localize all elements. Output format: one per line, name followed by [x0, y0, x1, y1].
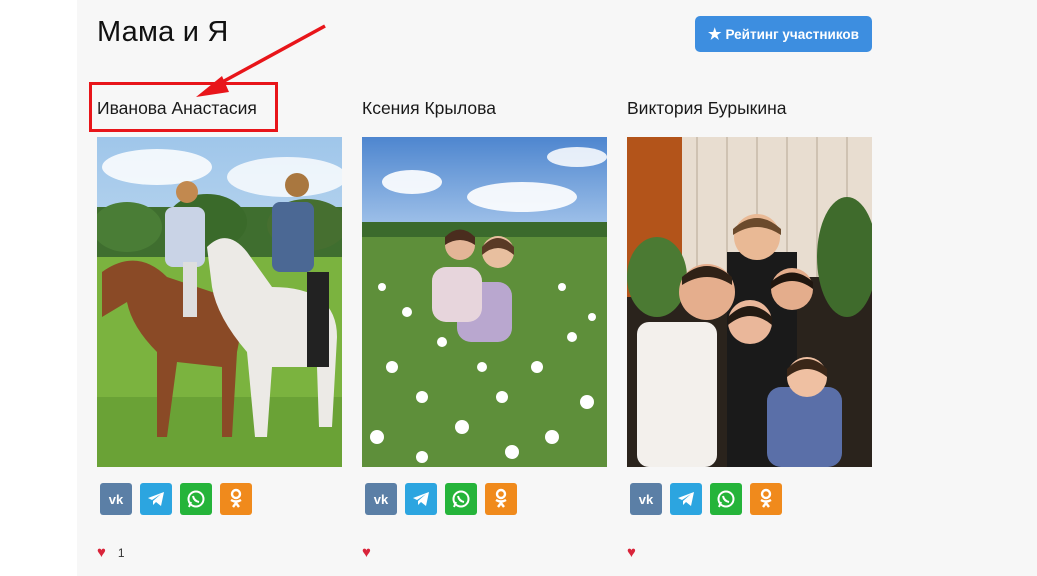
participant-card: Ксения Крылова vk ♥	[362, 0, 612, 576]
highlight-box	[89, 82, 278, 132]
participant-photo[interactable]	[362, 137, 607, 467]
like-row: ♥	[362, 545, 383, 560]
participant-photo[interactable]	[627, 137, 872, 467]
like-count: 1	[117, 545, 125, 560]
participant-name[interactable]: Ксения Крылова	[362, 98, 496, 119]
vk-icon[interactable]: vk	[100, 483, 132, 515]
participant-name[interactable]: Виктория Бурыкина	[627, 98, 787, 119]
telegram-icon[interactable]	[140, 483, 172, 515]
participant-photo[interactable]	[97, 137, 342, 467]
odnoklassniki-icon[interactable]	[485, 483, 517, 515]
whatsapp-icon[interactable]	[445, 483, 477, 515]
whatsapp-icon[interactable]	[180, 483, 212, 515]
participant-card: Виктория Бурыкина vk ♥	[627, 0, 877, 576]
vk-icon[interactable]: vk	[365, 483, 397, 515]
heart-icon[interactable]: ♥	[97, 545, 106, 560]
like-row: ♥	[627, 545, 648, 560]
heart-icon[interactable]: ♥	[627, 545, 636, 560]
share-buttons: vk	[365, 483, 517, 515]
telegram-icon[interactable]	[405, 483, 437, 515]
share-buttons: vk	[100, 483, 252, 515]
share-buttons: vk	[630, 483, 782, 515]
odnoklassniki-icon[interactable]	[220, 483, 252, 515]
odnoklassniki-icon[interactable]	[750, 483, 782, 515]
vk-icon[interactable]: vk	[630, 483, 662, 515]
heart-icon[interactable]: ♥	[362, 545, 371, 560]
whatsapp-icon[interactable]	[710, 483, 742, 515]
like-row: ♥ 1	[97, 545, 125, 560]
telegram-icon[interactable]	[670, 483, 702, 515]
